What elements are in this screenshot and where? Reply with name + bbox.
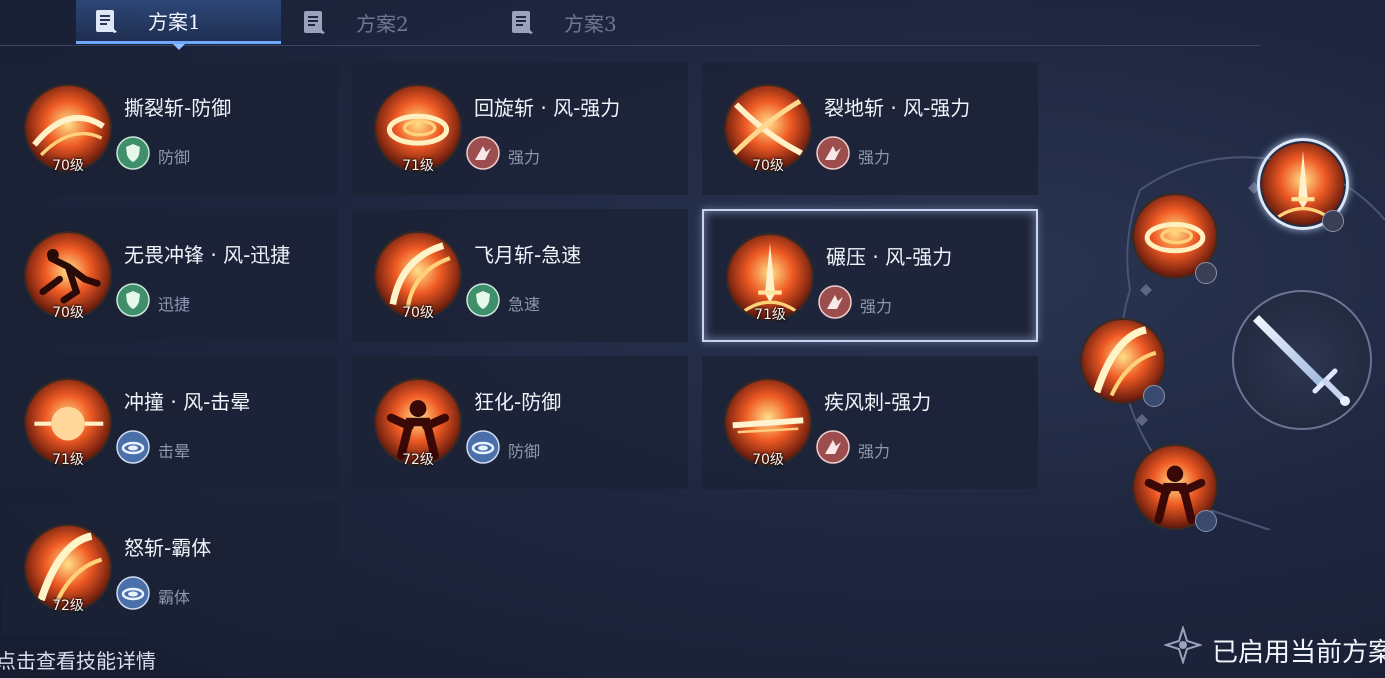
skill-card[interactable]: 70级 飞月斩-急速 急速 [352, 209, 688, 342]
tab-label: 方案2 [356, 11, 409, 36]
skill-name: 无畏冲锋 · 风-迅捷 [124, 243, 291, 267]
skill-card[interactable]: 71级 冲撞 · 风-击晕 击晕 [2, 356, 338, 489]
skill-level: 70级 [402, 305, 434, 321]
skill-card[interactable]: 70级 撕裂斩-防御 防御 [2, 62, 338, 195]
skill-name: 怒斩-霸体 [124, 536, 212, 560]
skill-card[interactable]: 70级 无畏冲锋 · 风-迅捷 迅捷 [2, 209, 338, 342]
skill-type-label: 迅捷 [158, 295, 191, 314]
skill-type-label: 强力 [858, 442, 891, 461]
plan-tab-bar: 方案1 方案2 方案3 [0, 0, 1260, 50]
stun-icon [1195, 510, 1217, 532]
skill-level: 71级 [754, 307, 786, 323]
power-icon [1322, 210, 1344, 232]
skill-level: 70级 [52, 158, 84, 174]
skill-name: 撕裂斩-防御 [124, 96, 232, 120]
skill-type-label: 击晕 [158, 442, 191, 461]
skill-type-label: 强力 [860, 297, 893, 316]
skill-level: 70级 [52, 305, 84, 321]
skill-type-label: 急速 [508, 295, 541, 314]
stun-icon [1143, 385, 1165, 407]
skill-type-label: 强力 [508, 148, 541, 167]
skill-name: 冲撞 · 风-击晕 [124, 390, 251, 414]
tab-plan-1[interactable]: 方案1 [76, 0, 281, 50]
power-icon [816, 136, 850, 170]
skill-type-badge [816, 430, 850, 464]
skill-type-badge [816, 136, 850, 170]
tab-plan-3[interactable]: 方案3 [492, 0, 697, 44]
document-icon [96, 9, 117, 33]
stun-icon [116, 430, 150, 464]
document-icon [304, 11, 325, 34]
shield-icon [116, 136, 150, 170]
compass-star-icon [1164, 626, 1202, 664]
tab-label: 方案3 [564, 11, 617, 36]
power-icon [816, 430, 850, 464]
power-icon [466, 136, 500, 170]
stun-icon [116, 576, 150, 610]
shield-icon [116, 283, 150, 317]
skill-type-label: 防御 [158, 148, 191, 167]
skill-type-label: 防御 [508, 442, 541, 461]
skill-level: 72级 [402, 452, 434, 468]
skill-name: 飞月斩-急速 [474, 243, 582, 267]
skill-type-label: 霸体 [158, 588, 191, 607]
skill-type-badge [466, 136, 500, 170]
skill-type-badge [116, 136, 150, 170]
skill-type-badge [116, 576, 150, 610]
skill-card[interactable]: 72级 怒斩-霸体 霸体 [2, 502, 338, 635]
skill-level: 70级 [752, 452, 784, 468]
skill-level: 71级 [402, 158, 434, 174]
document-icon [512, 11, 533, 34]
skill-card[interactable]: 71级 回旋斩 · 风-强力 强力 [352, 62, 688, 195]
skill-type-badge [116, 283, 150, 317]
skill-type-badge [466, 430, 500, 464]
skill-name: 疾风刺-强力 [824, 390, 932, 414]
skill-type-badge [466, 283, 500, 317]
stun-icon [466, 430, 500, 464]
tab-plan-2[interactable]: 方案2 [284, 0, 489, 44]
skill-detail-hint: 点击查看技能详情 [0, 649, 156, 673]
skill-name: 裂地斩 · 风-强力 [824, 96, 971, 120]
skill-type-badge [116, 430, 150, 464]
power-icon [1195, 262, 1217, 284]
skill-type-badge [818, 285, 852, 319]
skill-type-label: 强力 [858, 148, 891, 167]
skill-name: 碾压 · 风-强力 [826, 245, 953, 269]
skill-level: 70级 [752, 158, 784, 174]
skill-card[interactable]: 72级 狂化-防御 防御 [352, 356, 688, 489]
skill-name: 狂化-防御 [474, 390, 562, 414]
tab-label: 方案1 [148, 10, 201, 34]
skill-card[interactable]: 70级 裂地斩 · 风-强力 强力 [702, 62, 1038, 195]
plan-enabled-status: 已启用当前方案 [1212, 638, 1385, 668]
sword-icon [1253, 315, 1350, 406]
skill-name: 回旋斩 · 风-强力 [474, 96, 621, 120]
skill-card[interactable]: 70级 疾风刺-强力 强力 [702, 356, 1038, 489]
skill-level: 72级 [52, 598, 84, 614]
skill-card[interactable]: 71级 碾压 · 风-强力 强力 [702, 209, 1038, 342]
power-icon [818, 285, 852, 319]
shield-icon [466, 283, 500, 317]
skill-level: 71级 [52, 452, 84, 468]
